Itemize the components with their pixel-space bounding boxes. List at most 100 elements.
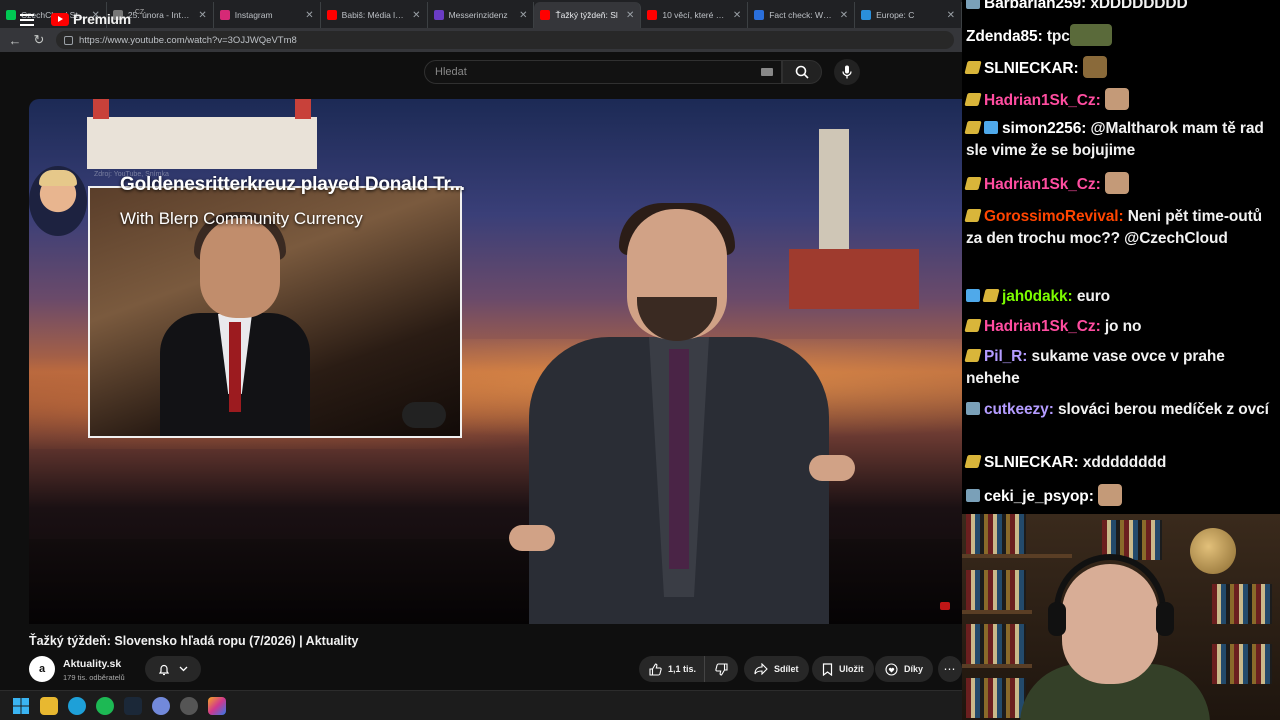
- keyboard-icon[interactable]: [761, 68, 773, 76]
- browser-tab[interactable]: 10 věcí, které by Hitl ✕: [641, 2, 749, 28]
- search-input[interactable]: Hledat: [424, 60, 782, 84]
- tab-close-icon[interactable]: ✕: [947, 10, 955, 21]
- url-text: https://www.youtube.com/watch?v=3OJJWQeV…: [79, 34, 297, 46]
- bits-badge-icon[interactable]: [964, 455, 982, 468]
- youtube-play-icon: [51, 12, 69, 26]
- chat-username[interactable]: Hadrian1Sk_Cz: [984, 92, 1096, 109]
- save-label: Uložit: [839, 664, 864, 674]
- tab-label: 10 věcí, které by Hitl: [662, 10, 728, 20]
- browser-tab[interactable]: Instagram ✕: [214, 2, 321, 28]
- share-label: Sdílet: [774, 664, 799, 674]
- youtube-logo[interactable]: Premium CZ: [51, 9, 144, 27]
- chat-username[interactable]: Hadrian1Sk_Cz: [984, 176, 1096, 193]
- thumbs-up-icon: [649, 662, 662, 676]
- bookmark-icon: [822, 662, 833, 676]
- chat-username[interactable]: simon2256: [1002, 120, 1081, 137]
- bits-badge-icon[interactable]: [964, 93, 982, 106]
- inset-person: [160, 212, 310, 436]
- steam-icon[interactable]: [124, 696, 142, 715]
- copilot-icon[interactable]: [208, 696, 226, 715]
- tab-close-icon[interactable]: ✕: [198, 10, 206, 21]
- app-icon[interactable]: [180, 696, 198, 715]
- chat-username[interactable]: Barbarian259: [984, 0, 1081, 12]
- more-icon: ⋯: [943, 662, 957, 676]
- browser-tab[interactable]: Europe: C ✕: [855, 2, 962, 28]
- spotify-icon[interactable]: [96, 696, 114, 715]
- bits-badge-icon[interactable]: [964, 121, 982, 134]
- gift-badge-icon[interactable]: [966, 289, 980, 302]
- prime-badge-icon[interactable]: [966, 0, 980, 9]
- bits-badge-icon[interactable]: [964, 209, 982, 222]
- more-actions-button[interactable]: ⋯: [938, 656, 962, 682]
- screen: CzechCloud Stream -✕25. února - Intervie…: [0, 0, 1280, 720]
- chevron-down-icon: [179, 666, 188, 672]
- edge-browser-icon[interactable]: [68, 696, 86, 715]
- alert-subtitle: With Blerp Community Currency: [120, 209, 363, 228]
- tab-close-icon[interactable]: ✕: [412, 10, 420, 21]
- channel-name[interactable]: Aktuality.sk: [63, 658, 121, 670]
- notifications-button[interactable]: [145, 656, 201, 682]
- chat-username[interactable]: Zdenda85: [966, 28, 1038, 45]
- menu-icon[interactable]: [20, 14, 34, 29]
- press-microphone-icon: [402, 402, 446, 428]
- chat-username[interactable]: ceki_je_psyop: [984, 488, 1089, 505]
- search-icon: [795, 65, 809, 79]
- browser-tab[interactable]: Fact check: Which co ✕: [748, 2, 856, 28]
- site-info-icon[interactable]: [64, 35, 73, 45]
- chat-text: euro: [1076, 288, 1111, 305]
- browser-tab[interactable]: Messerinzidenz ✕: [428, 2, 535, 28]
- prime-badge-icon[interactable]: [966, 489, 980, 502]
- gift-badge-icon[interactable]: [984, 121, 998, 134]
- tab-favicon-icon: [6, 10, 16, 20]
- browser-tab[interactable]: Ťažký týždeň: Sl ✕: [534, 2, 642, 28]
- hand: [809, 455, 855, 481]
- address-bar[interactable]: https://www.youtube.com/watch?v=3OJJWQeV…: [56, 31, 954, 49]
- bell-icon: [158, 664, 169, 675]
- tab-close-icon[interactable]: ✕: [519, 10, 527, 21]
- file-explorer-icon[interactable]: [40, 696, 58, 715]
- chat-message: Hadrian1Sk_Cz:: [964, 172, 1272, 196]
- dislike-button[interactable]: [705, 656, 738, 682]
- chat-username[interactable]: jah0dakk: [1002, 288, 1068, 305]
- discord-icon[interactable]: [152, 696, 170, 715]
- chat-text: tpc: [1046, 28, 1070, 45]
- like-button[interactable]: 1,1 tis.: [639, 656, 706, 682]
- tab-label: Ťažký týždeň: Sl: [555, 10, 618, 20]
- tab-close-icon[interactable]: ✕: [626, 10, 634, 21]
- tab-close-icon[interactable]: ✕: [733, 10, 741, 21]
- stream-chat: Barbarian259: xDDDDDDDD Zdenda85: tpc SLNI…: [962, 0, 1280, 514]
- video-player[interactable]: Zdroj: YouTube, Snímka Goldenesritterkre…: [29, 99, 962, 624]
- browser-tab[interactable]: Babiš: Média lžou, o ✕: [321, 2, 428, 28]
- bits-badge-icon[interactable]: [964, 349, 982, 362]
- thanks-button[interactable]: Díky: [875, 656, 934, 682]
- thanks-icon: [885, 662, 898, 676]
- chat-username[interactable]: cutkeezy: [984, 401, 1049, 418]
- search-button[interactable]: [782, 60, 822, 84]
- voice-search-button[interactable]: [834, 59, 860, 85]
- tab-close-icon[interactable]: ✕: [305, 10, 313, 21]
- chat-username[interactable]: Pil_R: [984, 348, 1022, 365]
- tab-close-icon[interactable]: ✕: [840, 10, 848, 21]
- bits-badge-icon[interactable]: [982, 289, 1000, 302]
- chat-username[interactable]: Hadrian1Sk_Cz: [984, 318, 1096, 335]
- channel-watermark: [940, 602, 950, 610]
- share-button[interactable]: Sdílet: [744, 656, 809, 682]
- chat-text: jo no: [1104, 318, 1142, 335]
- subscriber-count: 179 tis. odběratelů: [63, 673, 125, 682]
- save-button[interactable]: Uložit: [812, 656, 874, 682]
- reload-icon[interactable]: ↻: [32, 32, 46, 48]
- channel-avatar[interactable]: a: [29, 656, 55, 682]
- chat-username[interactable]: SLNIECKAR: [984, 60, 1074, 77]
- windows-start-icon[interactable]: [12, 697, 30, 715]
- prime-badge-icon[interactable]: [966, 402, 980, 415]
- bits-badge-icon[interactable]: [964, 61, 982, 74]
- back-icon[interactable]: ←: [8, 33, 22, 48]
- chat-username[interactable]: SLNIECKAR: [984, 454, 1074, 471]
- browser-toolbar: ← ↻ https://www.youtube.com/watch?v=3OJJ…: [0, 28, 962, 52]
- chat-username[interactable]: GorossimoRevival: [984, 208, 1119, 225]
- chat-message: Zdenda85: tpc: [966, 24, 1272, 48]
- tab-label: Instagram: [234, 10, 273, 20]
- bits-badge-icon[interactable]: [964, 319, 982, 332]
- chat-message: ceki_je_psyop:: [966, 484, 1272, 508]
- bits-badge-icon[interactable]: [964, 177, 982, 190]
